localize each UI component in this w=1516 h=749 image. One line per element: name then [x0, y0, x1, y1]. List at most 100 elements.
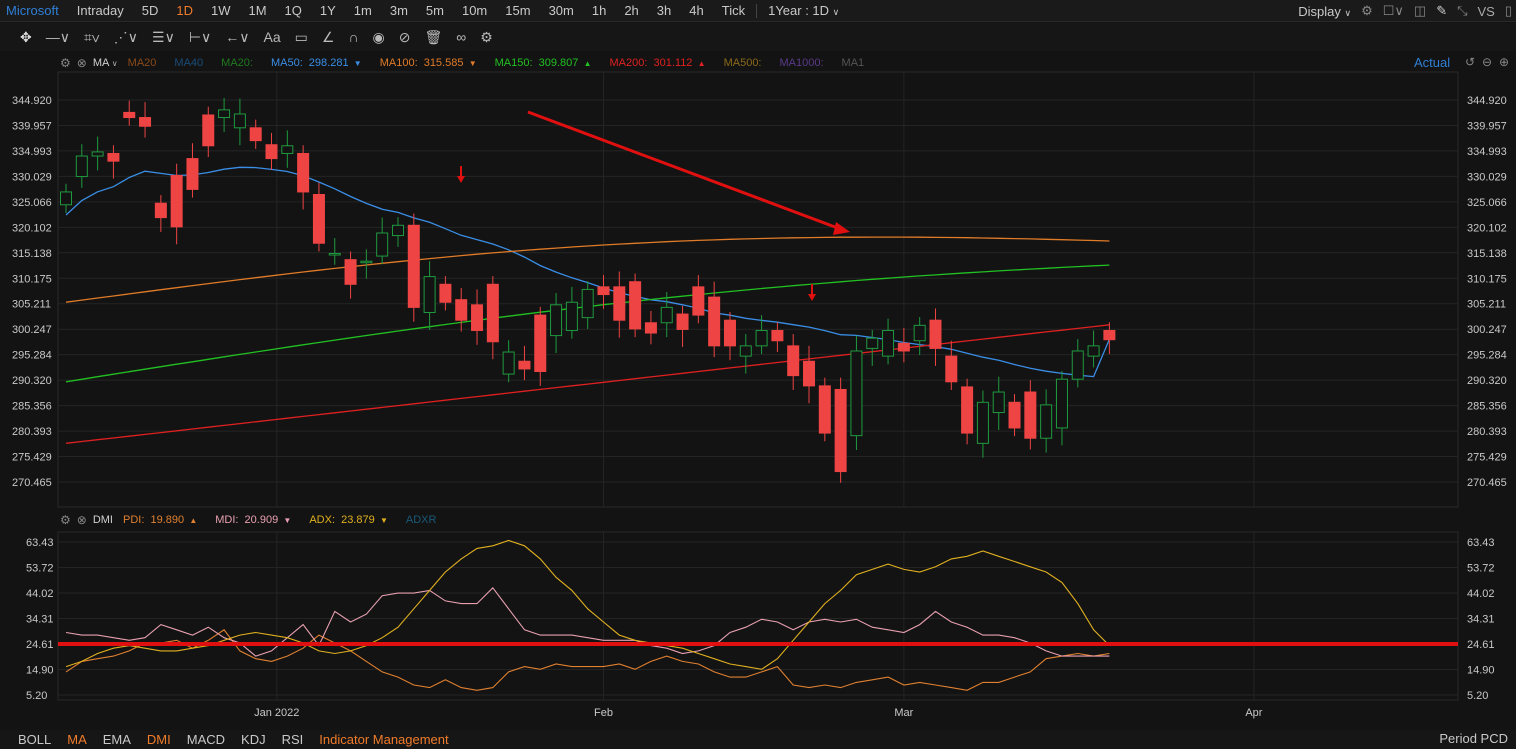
candle[interactable] [502, 340, 515, 383]
candle[interactable] [976, 390, 989, 458]
period-1m[interactable]: 1M [239, 3, 275, 18]
candle[interactable] [534, 306, 547, 386]
candle[interactable] [471, 289, 484, 345]
candle[interactable] [60, 183, 72, 213]
candle[interactable] [644, 310, 657, 345]
display-dropdown[interactable]: Display ∨ [1298, 4, 1351, 19]
indicator-tab-rsi[interactable]: RSI [274, 732, 312, 747]
range-dropdown[interactable]: 1Year : 1D ∨ [759, 3, 848, 18]
period-3m[interactable]: 3m [381, 3, 417, 18]
candle[interactable] [312, 182, 325, 252]
book-icon[interactable]: ▯ [1505, 3, 1512, 19]
indicator-tab-kdj[interactable]: KDJ [233, 732, 274, 747]
camera-icon[interactable]: ◫ [1414, 3, 1426, 19]
expand-icon[interactable]: ⤡ [1457, 3, 1467, 19]
candle[interactable] [265, 132, 278, 170]
period-1w[interactable]: 1W [202, 3, 240, 18]
candle[interactable] [961, 378, 974, 445]
candle[interactable] [565, 286, 578, 339]
indicator-tab-macd[interactable]: MACD [179, 732, 233, 747]
candle[interactable] [771, 322, 784, 353]
period-10m[interactable]: 10m [453, 3, 496, 18]
down-arrow-marker[interactable] [457, 166, 465, 183]
candle[interactable] [423, 261, 436, 330]
indicator-tab-dmi[interactable]: DMI [139, 732, 179, 747]
candle[interactable] [455, 287, 468, 332]
period-1h[interactable]: 1h [583, 3, 615, 18]
period-1q[interactable]: 1Q [276, 3, 311, 18]
period-1d[interactable]: 1D [167, 3, 202, 18]
trend-arrow-line[interactable] [527, 110, 844, 232]
dmi-tick-left: 24.61 [26, 639, 54, 651]
candle[interactable] [613, 271, 626, 338]
candle-body [929, 319, 942, 349]
indicator-tab-boll[interactable]: BOLL [10, 732, 59, 747]
period-2h[interactable]: 2h [615, 3, 647, 18]
candle[interactable] [407, 213, 420, 322]
candle[interactable] [787, 334, 800, 390]
candle[interactable] [1087, 330, 1100, 368]
period-30m[interactable]: 30m [540, 3, 583, 18]
candle[interactable] [518, 345, 531, 381]
period-5m[interactable]: 5m [417, 3, 453, 18]
candle[interactable] [913, 317, 926, 356]
candle[interactable] [739, 334, 752, 374]
candle-body [1040, 404, 1053, 439]
candle[interactable] [676, 305, 689, 347]
layout-icon[interactable]: ☐∨ [1383, 3, 1404, 19]
period-tick[interactable]: Tick [713, 3, 754, 18]
candle[interactable] [850, 335, 863, 451]
period-1m[interactable]: 1m [345, 3, 381, 18]
candle[interactable] [233, 98, 246, 146]
candle[interactable] [123, 100, 136, 126]
candle[interactable] [550, 293, 563, 354]
down-arrow-marker[interactable] [808, 284, 816, 301]
period-3h[interactable]: 3h [648, 3, 680, 18]
candle[interactable] [897, 327, 910, 363]
candle[interactable] [281, 130, 294, 168]
candle[interactable] [297, 145, 310, 210]
symbol-name[interactable]: Microsoft [0, 3, 68, 18]
candle[interactable] [439, 276, 452, 311]
candle[interactable] [992, 376, 1005, 431]
period-intraday[interactable]: Intraday [68, 3, 133, 18]
top-bar: Microsoft Intraday 5D 1D 1W 1M 1Q 1Y 1m 3m 5m 10m 1… [0, 0, 1516, 22]
candle[interactable] [218, 98, 231, 132]
candle[interactable] [882, 318, 895, 365]
candle[interactable] [1055, 370, 1068, 446]
candle[interactable] [154, 195, 167, 232]
candle[interactable] [629, 273, 642, 338]
candle[interactable] [929, 308, 942, 366]
period-4h[interactable]: 4h [680, 3, 712, 18]
candle[interactable] [1040, 389, 1053, 453]
candle[interactable] [249, 119, 262, 149]
candle[interactable] [344, 251, 357, 299]
indicator-tab-indicator-management[interactable]: Indicator Management [311, 732, 456, 747]
period-15m[interactable]: 15m [496, 3, 539, 18]
candle[interactable] [581, 281, 594, 329]
pen-icon[interactable]: ✎ [1436, 3, 1447, 19]
candle[interactable] [170, 163, 183, 245]
candle[interactable] [1024, 380, 1037, 450]
candle[interactable] [723, 311, 736, 361]
candle[interactable] [866, 329, 879, 366]
vs-button[interactable]: VS [1478, 4, 1495, 19]
candle[interactable] [376, 217, 389, 265]
candle[interactable] [328, 238, 341, 265]
candle[interactable] [202, 106, 215, 158]
indicator-tab-ema[interactable]: EMA [95, 732, 139, 747]
candle[interactable] [1008, 394, 1021, 437]
candle[interactable] [139, 102, 152, 138]
candle[interactable] [391, 217, 404, 247]
period-1y[interactable]: 1Y [311, 3, 345, 18]
chart-area[interactable]: 344.920 344.920 339.957 339.957 334.993 334.9… [0, 22, 1516, 730]
candle[interactable] [834, 377, 847, 483]
settings-icon[interactable]: ⚙ [1361, 3, 1373, 19]
indicator-tab-ma[interactable]: MA [59, 732, 95, 747]
candle[interactable] [818, 377, 831, 442]
candle[interactable] [692, 275, 705, 324]
candle[interactable] [486, 276, 499, 360]
candle[interactable] [107, 145, 120, 179]
candle[interactable] [91, 136, 104, 171]
period-5d[interactable]: 5D [133, 3, 168, 18]
